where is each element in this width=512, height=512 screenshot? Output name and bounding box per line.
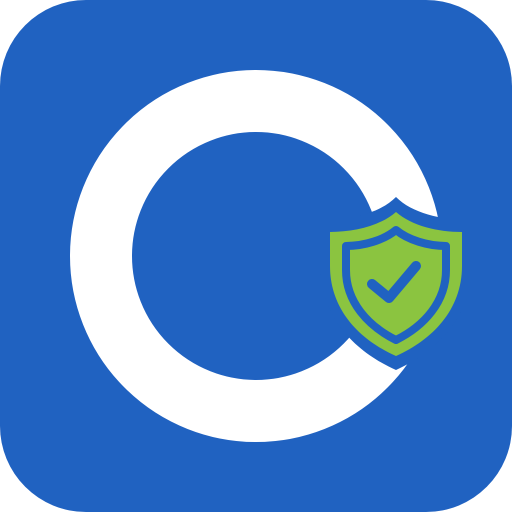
security-app-icon bbox=[0, 0, 512, 512]
app-icon[interactable] bbox=[0, 0, 512, 512]
app-icon-canvas bbox=[0, 0, 512, 512]
